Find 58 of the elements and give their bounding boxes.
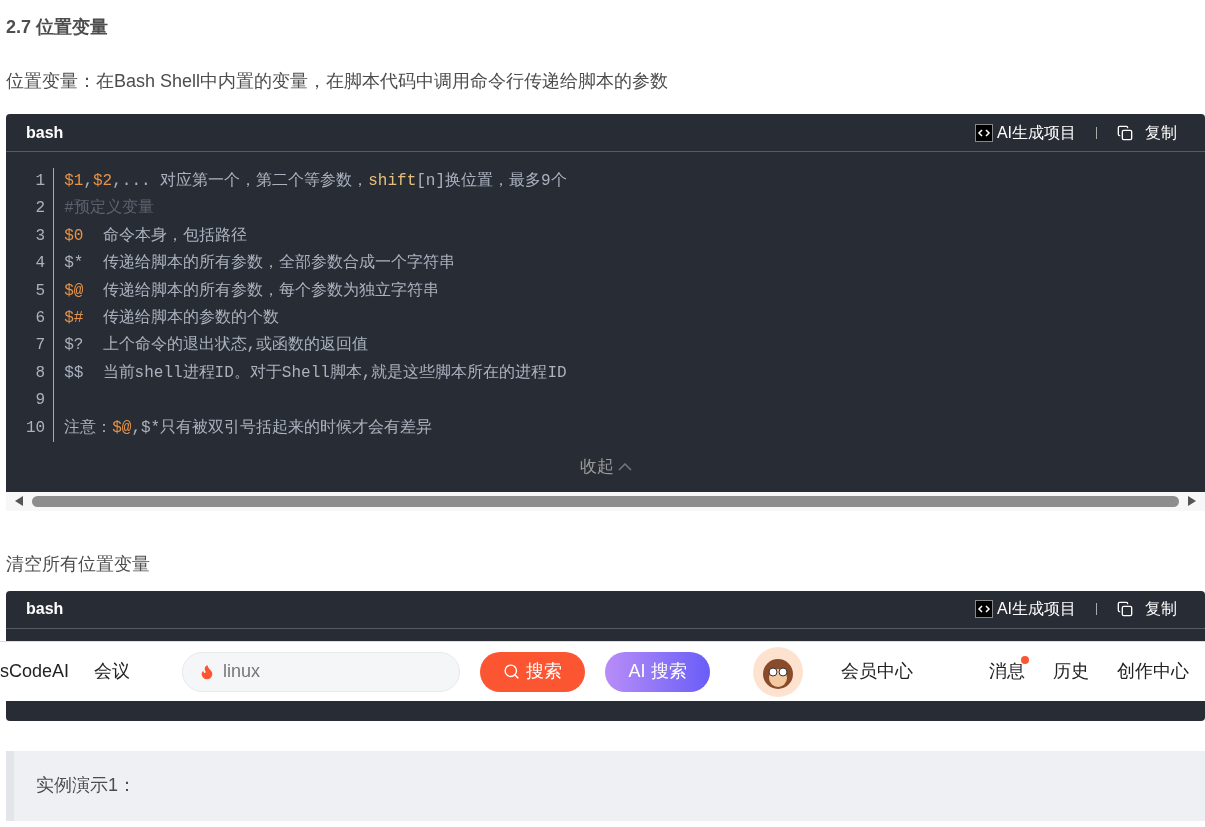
chevron-up-icon: [617, 462, 632, 471]
code-icon: [974, 600, 993, 619]
code-token: $0: [64, 226, 84, 245]
code-token: $2: [93, 172, 113, 190]
line-number: 9: [35, 390, 46, 412]
ai-generate-button[interactable]: AI生成项目: [974, 120, 1076, 145]
scroll-left-icon: [14, 495, 24, 508]
quote-text: 实例演示1：: [36, 774, 136, 798]
nav-link[interactable]: sCodeAI: [0, 658, 70, 685]
section-heading: 2.7 位置变量: [6, 16, 110, 39]
line-number: 3: [35, 225, 46, 247]
code-token: ,... 对应第一个，第二个等参数，: [112, 172, 369, 190]
nav-link[interactable]: 会议: [94, 658, 131, 685]
copy-button[interactable]: 复制: [1117, 597, 1177, 622]
line-number: 7: [35, 335, 46, 357]
nav-link[interactable]: 会员中心: [841, 658, 914, 685]
line-number: 10: [26, 417, 46, 439]
code-token: 传递给脚本的参数的个数: [101, 308, 279, 327]
code-token: 命令本身，包括路径: [101, 226, 247, 245]
code-token: $@: [112, 418, 132, 437]
code-token: $$ 当前shell进程ID。对于Shell脚本,就是这些脚本所在的进程ID: [64, 363, 567, 382]
search-icon: [503, 663, 521, 680]
code-token: ,$*只有被双引号括起来的时候才会有差异: [131, 418, 433, 437]
code-token: [n]换位置，最多9个: [416, 172, 567, 190]
nav-link[interactable]: 历史: [1053, 658, 1090, 685]
code-token: $@: [64, 281, 84, 300]
code-token: $* 传递给脚本的所有参数，全部参数合成一个字符串: [64, 254, 455, 273]
code-token: #预定义变量: [64, 199, 154, 218]
line-number: 5: [35, 280, 46, 302]
language-label: bash: [26, 599, 64, 620]
code-token: 注意：: [64, 418, 113, 437]
search-query-text: linux: [223, 660, 261, 683]
code-token: shift: [368, 172, 417, 190]
scroll-right-icon: [1187, 495, 1197, 508]
code-icon: [974, 123, 993, 142]
line-number: 6: [35, 308, 46, 330]
nav-link[interactable]: 创作中心: [1117, 658, 1190, 685]
copy-icon: [1117, 124, 1133, 141]
language-label: bash: [26, 122, 64, 143]
line-number: 4: [35, 253, 46, 275]
line-number: 2: [35, 198, 46, 220]
code-token: $1: [64, 172, 84, 190]
code-token: $? 上个命令的退出状态,或函数的返回值: [64, 336, 369, 355]
collapse-button[interactable]: 收起: [579, 454, 632, 480]
scrollbar-thumb[interactable]: [32, 495, 1179, 507]
copy-icon: [1117, 601, 1133, 618]
search-field[interactable]: linux: [182, 651, 461, 692]
ai-generate-button[interactable]: AI生成项目: [974, 597, 1076, 622]
code-token: ,: [83, 172, 93, 190]
avatar-icon[interactable]: [753, 646, 804, 697]
code-token: 传递给脚本的所有参数，每个参数为独立字符串: [101, 281, 439, 300]
code-token: $#: [64, 308, 84, 327]
line-number: 1: [35, 171, 46, 192]
line-number: 8: [35, 362, 46, 384]
intro-text: 位置变量：在Bash Shell中内置的变量，在脚本代码中调用命令行传递给脚本的参数: [6, 70, 670, 93]
copy-button[interactable]: 复制: [1117, 120, 1177, 145]
body-text: 清空所有位置变量: [6, 552, 151, 576]
nav-link[interactable]: 消息: [989, 658, 1026, 685]
